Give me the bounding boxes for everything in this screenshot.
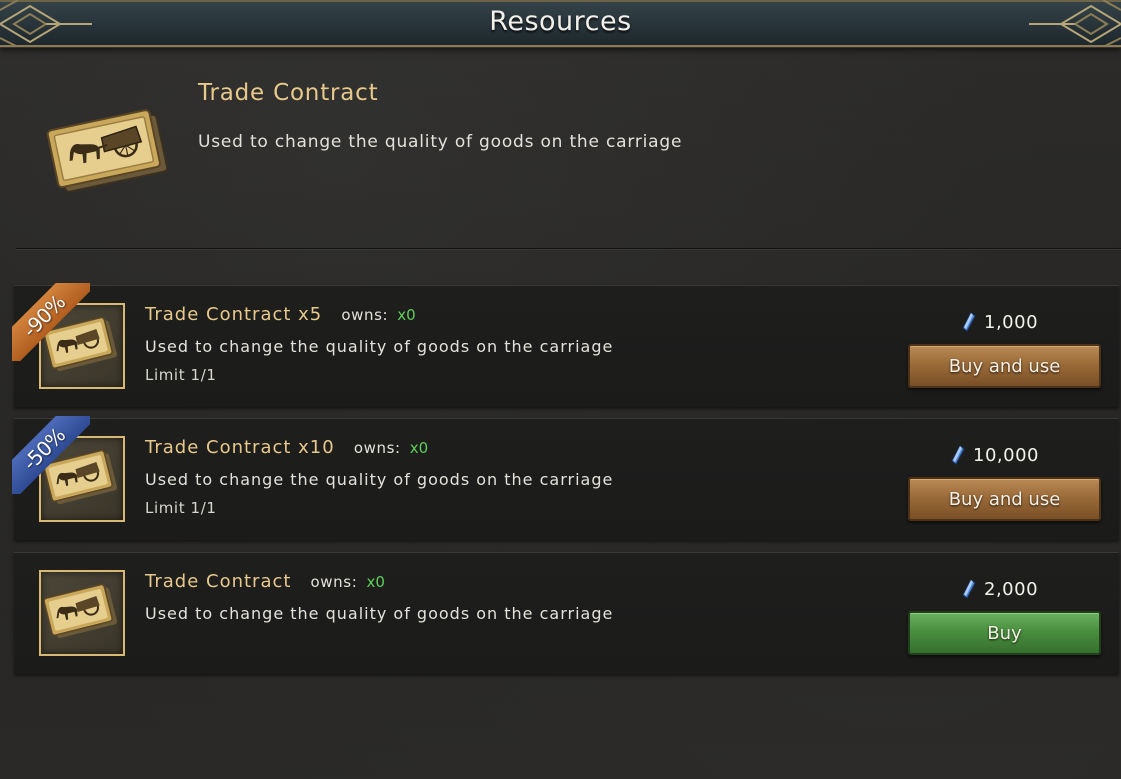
price-value: 1,000 bbox=[984, 311, 1039, 333]
item-description: Used to change the quality of goods on t… bbox=[145, 470, 614, 489]
item-name: Trade Contract x5 bbox=[145, 304, 323, 325]
window-title: Resources bbox=[489, 6, 632, 37]
price: 10,000 bbox=[951, 443, 1039, 467]
blue-crystal-icon bbox=[962, 312, 976, 332]
owns-label: owns: bbox=[341, 306, 389, 324]
discount-badge: -50% bbox=[12, 416, 90, 494]
header-item-name: Trade Contract bbox=[198, 80, 379, 106]
divider bbox=[16, 248, 1121, 249]
buy-and-use-button[interactable]: Buy and use bbox=[908, 477, 1101, 521]
item-title-line: Trade Contract owns: x0 bbox=[145, 571, 385, 592]
blue-crystal-icon bbox=[962, 579, 976, 599]
right-corner-ornament-icon bbox=[1029, 0, 1121, 47]
item-description: Used to change the quality of goods on t… bbox=[145, 337, 614, 356]
owns-label: owns: bbox=[353, 439, 401, 457]
discount-badge: -90% bbox=[12, 283, 90, 361]
blue-crystal-icon bbox=[951, 445, 965, 465]
price: 1,000 bbox=[962, 310, 1038, 334]
item-description: Used to change the quality of goods on t… bbox=[145, 604, 614, 623]
trade-contract-icon bbox=[44, 583, 118, 639]
owns-value: x0 bbox=[366, 573, 385, 591]
buy-and-use-button[interactable]: Buy and use bbox=[908, 344, 1101, 388]
list-item: -90% Trade Contract x5 owns: x0 Used to … bbox=[12, 283, 1119, 407]
item-limit: Limit 1/1 bbox=[145, 499, 217, 517]
title-bar: Resources bbox=[0, 0, 1121, 47]
resources-panel: Resources Trade Contract Used to change … bbox=[0, 0, 1121, 779]
owns-value: x0 bbox=[397, 306, 416, 324]
item-name: Trade Contract bbox=[145, 571, 292, 592]
list-item: -50% Trade Contract x10 owns: x0 Used to… bbox=[12, 416, 1119, 540]
item-limit: Limit 1/1 bbox=[145, 366, 217, 384]
item-icon-frame bbox=[39, 570, 125, 656]
item-title-line: Trade Contract x5 owns: x0 bbox=[145, 304, 416, 325]
owns-value: x0 bbox=[409, 439, 429, 457]
item-title-line: Trade Contract x10 owns: x0 bbox=[145, 437, 428, 458]
discount-badge-label: -50% bbox=[12, 416, 90, 494]
item-name: Trade Contract x10 bbox=[145, 437, 335, 458]
list-item: Trade Contract owns: x0 Used to change t… bbox=[14, 552, 1119, 674]
discount-badge-label: -90% bbox=[12, 283, 90, 361]
owns-label: owns: bbox=[310, 573, 358, 591]
trade-contract-icon bbox=[46, 109, 169, 193]
header-item-description: Used to change the quality of goods on t… bbox=[198, 132, 683, 152]
price-value: 2,000 bbox=[984, 578, 1039, 600]
price-value: 10,000 bbox=[973, 444, 1039, 466]
buy-button[interactable]: Buy bbox=[908, 611, 1101, 655]
price: 2,000 bbox=[962, 577, 1038, 601]
